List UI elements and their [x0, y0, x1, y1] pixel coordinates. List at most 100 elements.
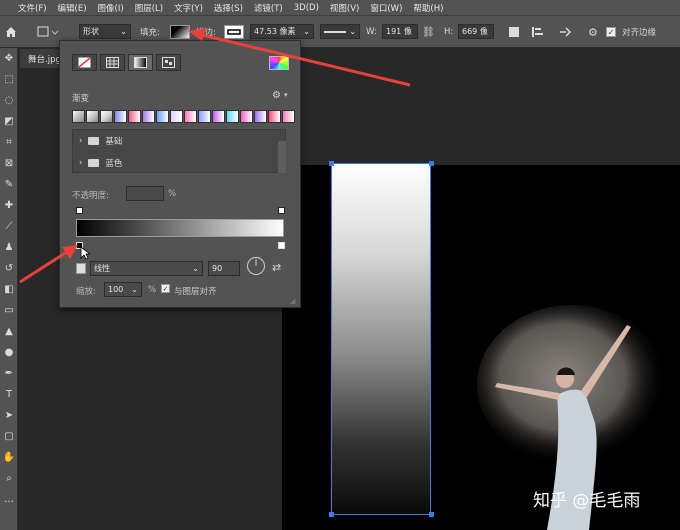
menu-type[interactable]: 文字(Y): [174, 2, 203, 14]
gradient-preset-swatch[interactable]: [142, 110, 155, 123]
stamp-tool-icon[interactable]: ♟: [0, 237, 18, 258]
gradient-preset-swatch[interactable]: [184, 110, 197, 123]
resize-grip-icon[interactable]: ◢: [290, 297, 295, 305]
gradient-preset-swatch[interactable]: [128, 110, 141, 123]
gradient-preset-swatch[interactable]: [86, 110, 99, 123]
gradient-preset-swatch[interactable]: [254, 110, 267, 123]
chevron-down-icon: ⌄: [120, 27, 127, 36]
height-input[interactable]: 669 像: [458, 24, 494, 39]
chevron-down-icon: ⌄: [303, 27, 310, 36]
transform-handle[interactable]: [429, 512, 434, 517]
opacity-stop-right[interactable]: [278, 207, 285, 214]
gradient-preset-swatch[interactable]: [212, 110, 225, 123]
scale-input[interactable]: 100 ⌄: [104, 282, 142, 297]
transform-handle[interactable]: [329, 161, 334, 166]
gradient-bar[interactable]: [76, 219, 284, 237]
gradient-preset-swatch[interactable]: [240, 110, 253, 123]
menu-filter[interactable]: 滤镜(T): [254, 2, 283, 14]
gradient-preset-swatch[interactable]: [156, 110, 169, 123]
width-input[interactable]: 191 像: [382, 24, 418, 39]
gear-icon[interactable]: ⚙: [588, 24, 598, 40]
quick-select-tool-icon[interactable]: ◩: [0, 111, 18, 132]
path-select-tool-icon[interactable]: ➤: [0, 405, 18, 426]
folder-item[interactable]: › 基础: [73, 130, 285, 152]
dodge-tool-icon[interactable]: ●: [0, 342, 18, 363]
path-alignment-icon[interactable]: [532, 24, 544, 40]
type-tool-icon[interactable]: T: [0, 384, 18, 405]
width-label: W:: [366, 27, 377, 37]
stroke-width-input[interactable]: 47.53 像素 ⌄: [250, 24, 314, 39]
stroke-swatch[interactable]: [224, 25, 244, 39]
menu-image[interactable]: 图像(I): [98, 2, 124, 14]
move-tool-icon[interactable]: ✥: [0, 48, 18, 69]
history-brush-tool-icon[interactable]: ↺: [0, 258, 18, 279]
rectangle-tool-icon[interactable]: [36, 24, 58, 40]
folder-icon: [88, 137, 100, 145]
lasso-tool-icon[interactable]: ◌: [0, 90, 18, 111]
menu-view[interactable]: 视图(V): [330, 2, 359, 14]
stroke-label: 描边:: [196, 28, 216, 38]
gradient-preset-swatch[interactable]: [282, 110, 295, 123]
fill-swatch[interactable]: [170, 25, 190, 39]
pattern-button[interactable]: [156, 54, 181, 71]
gradient-preset-swatch[interactable]: [268, 110, 281, 123]
no-fill-button[interactable]: [72, 54, 97, 71]
menu-window[interactable]: 窗口(W): [370, 2, 402, 14]
menu-file[interactable]: 文件(F): [18, 2, 47, 14]
gradient-preset-swatch[interactable]: [170, 110, 183, 123]
healing-brush-tool-icon[interactable]: ✚: [0, 195, 18, 216]
link-icon[interactable]: ⛓: [422, 24, 435, 40]
gradient-preset-swatch[interactable]: [198, 110, 211, 123]
color-picker-icon[interactable]: [269, 56, 289, 70]
pen-tool-icon[interactable]: ✒: [0, 363, 18, 384]
angle-dial-icon[interactable]: [246, 256, 266, 276]
gradient-tool-icon[interactable]: ▭: [0, 300, 18, 321]
shape-mode-select[interactable]: 形状 ⌄: [79, 24, 131, 39]
transform-handle[interactable]: [329, 512, 334, 517]
menu-select[interactable]: 选择(S): [214, 2, 243, 14]
menu-help[interactable]: 帮助(H): [413, 2, 443, 14]
height-value: 669 像: [462, 27, 488, 36]
angle-input[interactable]: 90: [208, 261, 240, 276]
transform-handle[interactable]: [429, 161, 434, 166]
frame-tool-icon[interactable]: ⊠: [0, 153, 18, 174]
path-arrangement-icon[interactable]: [558, 24, 572, 40]
align-edges-checkbox[interactable]: ✓: [606, 27, 616, 37]
chevron-down-icon[interactable]: ▾: [284, 91, 288, 99]
rectangle-tool-icon[interactable]: ▢: [0, 426, 18, 447]
hand-tool-icon[interactable]: ✋: [0, 447, 18, 468]
gradient-preset-swatch[interactable]: [100, 110, 113, 123]
reverse-gradient-icon[interactable]: [76, 263, 86, 274]
stroke-type-select[interactable]: ⌄: [320, 24, 360, 39]
gradient-rectangle-shape[interactable]: [331, 163, 431, 515]
marquee-tool-icon[interactable]: ⬚: [0, 69, 18, 90]
crop-tool-icon[interactable]: ⌗: [0, 132, 18, 153]
gradient-type-select[interactable]: 线性 ⌄: [90, 261, 203, 276]
gradient-button[interactable]: [128, 54, 153, 71]
align-layer-checkbox[interactable]: ✓: [161, 284, 170, 293]
solid-color-button[interactable]: [100, 54, 125, 71]
eyedropper-tool-icon[interactable]: ✎: [0, 174, 18, 195]
gradient-preset-swatch[interactable]: [72, 110, 85, 123]
zoom-tool-icon[interactable]: ⌕: [0, 468, 18, 489]
blur-tool-icon[interactable]: ▲: [0, 321, 18, 342]
menu-3d[interactable]: 3D(D): [294, 3, 319, 13]
folder-list-scrollbar[interactable]: [278, 141, 286, 173]
swap-icon[interactable]: ⇄: [272, 261, 281, 274]
home-icon[interactable]: [4, 24, 18, 40]
opacity-input[interactable]: [126, 186, 164, 201]
more-tools-icon[interactable]: …: [0, 489, 18, 510]
folder-item[interactable]: › 蓝色: [73, 152, 285, 174]
gradient-preset-swatch[interactable]: [114, 110, 127, 123]
brush-tool-icon[interactable]: ⟋: [0, 216, 18, 237]
gear-icon[interactable]: ⚙: [272, 90, 281, 101]
menu-layer[interactable]: 图层(L): [135, 2, 163, 14]
menu-edit[interactable]: 编辑(E): [58, 2, 87, 14]
color-stop-right[interactable]: [278, 242, 285, 249]
eraser-tool-icon[interactable]: ◧: [0, 279, 18, 300]
path-operations-icon[interactable]: [508, 24, 520, 40]
opacity-stop-left[interactable]: [76, 207, 83, 214]
gradient-type-label: 线性: [94, 264, 110, 273]
gradient-preset-swatch[interactable]: [226, 110, 239, 123]
document-tab[interactable]: 舞台.jpg: [20, 49, 64, 68]
